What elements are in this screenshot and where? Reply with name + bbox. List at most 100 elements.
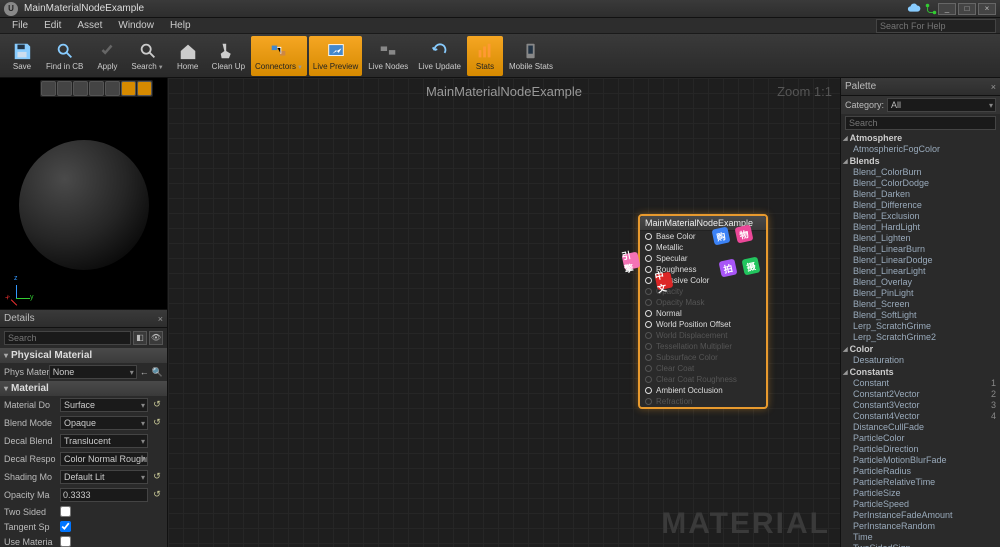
pin-socket-icon[interactable] <box>645 266 652 273</box>
details-search-input[interactable] <box>4 331 131 345</box>
menu-edit[interactable]: Edit <box>36 20 69 31</box>
toolbar-live-preview-button[interactable]: Live Preview <box>309 36 362 76</box>
palette-close-icon[interactable]: × <box>991 82 996 92</box>
palette-item[interactable]: Lerp_ScratchGrime2 <box>841 332 1000 343</box>
pin-socket-icon[interactable] <box>645 343 652 350</box>
palette-item[interactable]: ParticleColor <box>841 433 1000 444</box>
palette-item[interactable]: Blend_LinearLight <box>841 266 1000 277</box>
pin-normal[interactable]: Normal <box>640 308 766 319</box>
source-control-icon[interactable] <box>924 2 938 16</box>
pin-metallic[interactable]: Metallic <box>640 242 766 253</box>
palette-item[interactable]: ParticleRelativeTime <box>841 477 1000 488</box>
material-graph[interactable]: MainMaterialNodeExample Zoom 1:1 MATERIA… <box>168 78 840 547</box>
reset-icon[interactable]: ↺ <box>151 417 163 429</box>
toolbar-clean-up-button[interactable]: Clean Up <box>208 36 249 76</box>
pin-socket-icon[interactable] <box>645 321 652 328</box>
palette-item[interactable]: Lerp_ScratchGrime <box>841 321 1000 332</box>
palette-item[interactable]: ParticleSize <box>841 488 1000 499</box>
palette-item[interactable]: Desaturation <box>841 355 1000 366</box>
palette-item[interactable]: Blend_PinLight <box>841 288 1000 299</box>
palette-item[interactable]: Constant1 <box>841 378 1000 389</box>
menu-help[interactable]: Help <box>162 20 199 31</box>
palette-category-dropdown[interactable]: All <box>887 98 996 112</box>
pin-socket-icon[interactable] <box>645 365 652 372</box>
toolbar-live-update-button[interactable]: Live Update <box>414 36 465 76</box>
pin-clear-coat-roughness[interactable]: Clear Coat Roughness <box>640 374 766 385</box>
minimize-button[interactable]: _ <box>938 3 956 15</box>
pv-plane-icon[interactable] <box>73 81 88 96</box>
palette-category-constants[interactable]: Constants <box>841 366 1000 378</box>
pin-refraction[interactable]: Refraction <box>640 396 766 407</box>
preview-viewport[interactable] <box>0 78 167 310</box>
dropdown[interactable]: None <box>49 365 137 379</box>
details-close-icon[interactable]: × <box>158 314 163 324</box>
palette-item[interactable]: AtmosphericFogColor <box>841 144 1000 155</box>
palette-item[interactable]: ParticleRadius <box>841 466 1000 477</box>
pin-socket-icon[interactable] <box>645 376 652 383</box>
pin-ambient-occlusion[interactable]: Ambient Occlusion <box>640 385 766 396</box>
section-physical-material[interactable]: Physical Material <box>0 348 167 363</box>
palette-item[interactable]: ParticleDirection <box>841 444 1000 455</box>
dropdown[interactable]: Surface <box>60 398 148 412</box>
palette-category-color[interactable]: Color <box>841 343 1000 355</box>
toolbar-save-button[interactable]: Save <box>4 36 40 76</box>
palette-item[interactable]: TwoSidedSign <box>841 543 1000 547</box>
pin-socket-icon[interactable] <box>645 310 652 317</box>
pin-world-displacement[interactable]: World Displacement <box>640 330 766 341</box>
palette-item[interactable]: Constant3Vector3 <box>841 400 1000 411</box>
pin-opacity-mask[interactable]: Opacity Mask <box>640 297 766 308</box>
use-icon[interactable]: 🔍 <box>152 367 163 378</box>
dropdown[interactable]: Color Normal Roughness <box>60 452 148 466</box>
toolbar-stats-button[interactable]: Stats <box>467 36 503 76</box>
maximize-button[interactable]: □ <box>958 3 976 15</box>
palette-item[interactable]: Blend_ColorDodge <box>841 178 1000 189</box>
reset-icon[interactable]: ↺ <box>151 471 163 483</box>
toolbar-connectors-button[interactable]: Connectors▼ <box>251 36 307 76</box>
pin-socket-icon[interactable] <box>645 387 652 394</box>
checkbox[interactable] <box>60 521 71 532</box>
dropdown[interactable]: Opaque <box>60 416 148 430</box>
pin-socket-icon[interactable] <box>645 244 652 251</box>
pin-subsurface-color[interactable]: Subsurface Color <box>640 352 766 363</box>
close-button[interactable]: × <box>978 3 996 15</box>
pin-socket-icon[interactable] <box>645 277 652 284</box>
palette-list[interactable]: AtmosphereAtmosphericFogColorBlends Blend… <box>841 132 1000 547</box>
pv-sphere-icon[interactable] <box>57 81 72 96</box>
section-material[interactable]: Material <box>0 381 167 396</box>
pv-cube-icon[interactable] <box>89 81 104 96</box>
toolbar-find-in-cb-button[interactable]: Find in CB <box>42 36 87 76</box>
reset-icon[interactable]: ↺ <box>151 489 163 501</box>
toolbar-apply-button[interactable]: Apply <box>89 36 125 76</box>
palette-item[interactable]: Blend_Difference <box>841 200 1000 211</box>
material-result-node[interactable]: MainMaterialNodeExample Base ColorMetall… <box>638 214 768 409</box>
pin-socket-icon[interactable] <box>645 255 652 262</box>
pin-socket-icon[interactable] <box>645 398 652 405</box>
palette-item[interactable]: Blend_Screen <box>841 299 1000 310</box>
details-filter-icon[interactable]: ◧ <box>133 331 147 345</box>
menu-asset[interactable]: Asset <box>69 20 110 31</box>
palette-item[interactable]: Blend_Overlay <box>841 277 1000 288</box>
menu-window[interactable]: Window <box>110 20 162 31</box>
menu-file[interactable]: File <box>4 20 36 31</box>
pv-grid-icon[interactable] <box>137 81 152 96</box>
browse-icon[interactable]: ← <box>140 367 149 377</box>
pin-world-position-offset[interactable]: World Position Offset <box>640 319 766 330</box>
palette-category-atmosphere[interactable]: Atmosphere <box>841 132 1000 144</box>
dropdown[interactable]: Default Lit <box>60 470 148 484</box>
palette-item[interactable]: ParticleMotionBlurFade <box>841 455 1000 466</box>
palette-category-blends[interactable]: Blends <box>841 155 1000 167</box>
toolbar-home-button[interactable]: Home <box>170 36 206 76</box>
pv-teapot-icon[interactable] <box>121 81 136 96</box>
palette-item[interactable]: Blend_Exclusion <box>841 211 1000 222</box>
palette-item[interactable]: ParticleSpeed <box>841 499 1000 510</box>
reset-icon[interactable]: ↺ <box>151 399 163 411</box>
pin-socket-icon[interactable] <box>645 332 652 339</box>
palette-item[interactable]: Blend_SoftLight <box>841 310 1000 321</box>
palette-item[interactable]: Blend_Darken <box>841 189 1000 200</box>
cloud-icon[interactable] <box>907 2 921 16</box>
palette-item[interactable]: Constant2Vector2 <box>841 389 1000 400</box>
dropdown[interactable]: Translucent <box>60 434 148 448</box>
pin-clear-coat[interactable]: Clear Coat <box>640 363 766 374</box>
pin-socket-icon[interactable] <box>645 233 652 240</box>
palette-search-input[interactable] <box>845 116 996 130</box>
